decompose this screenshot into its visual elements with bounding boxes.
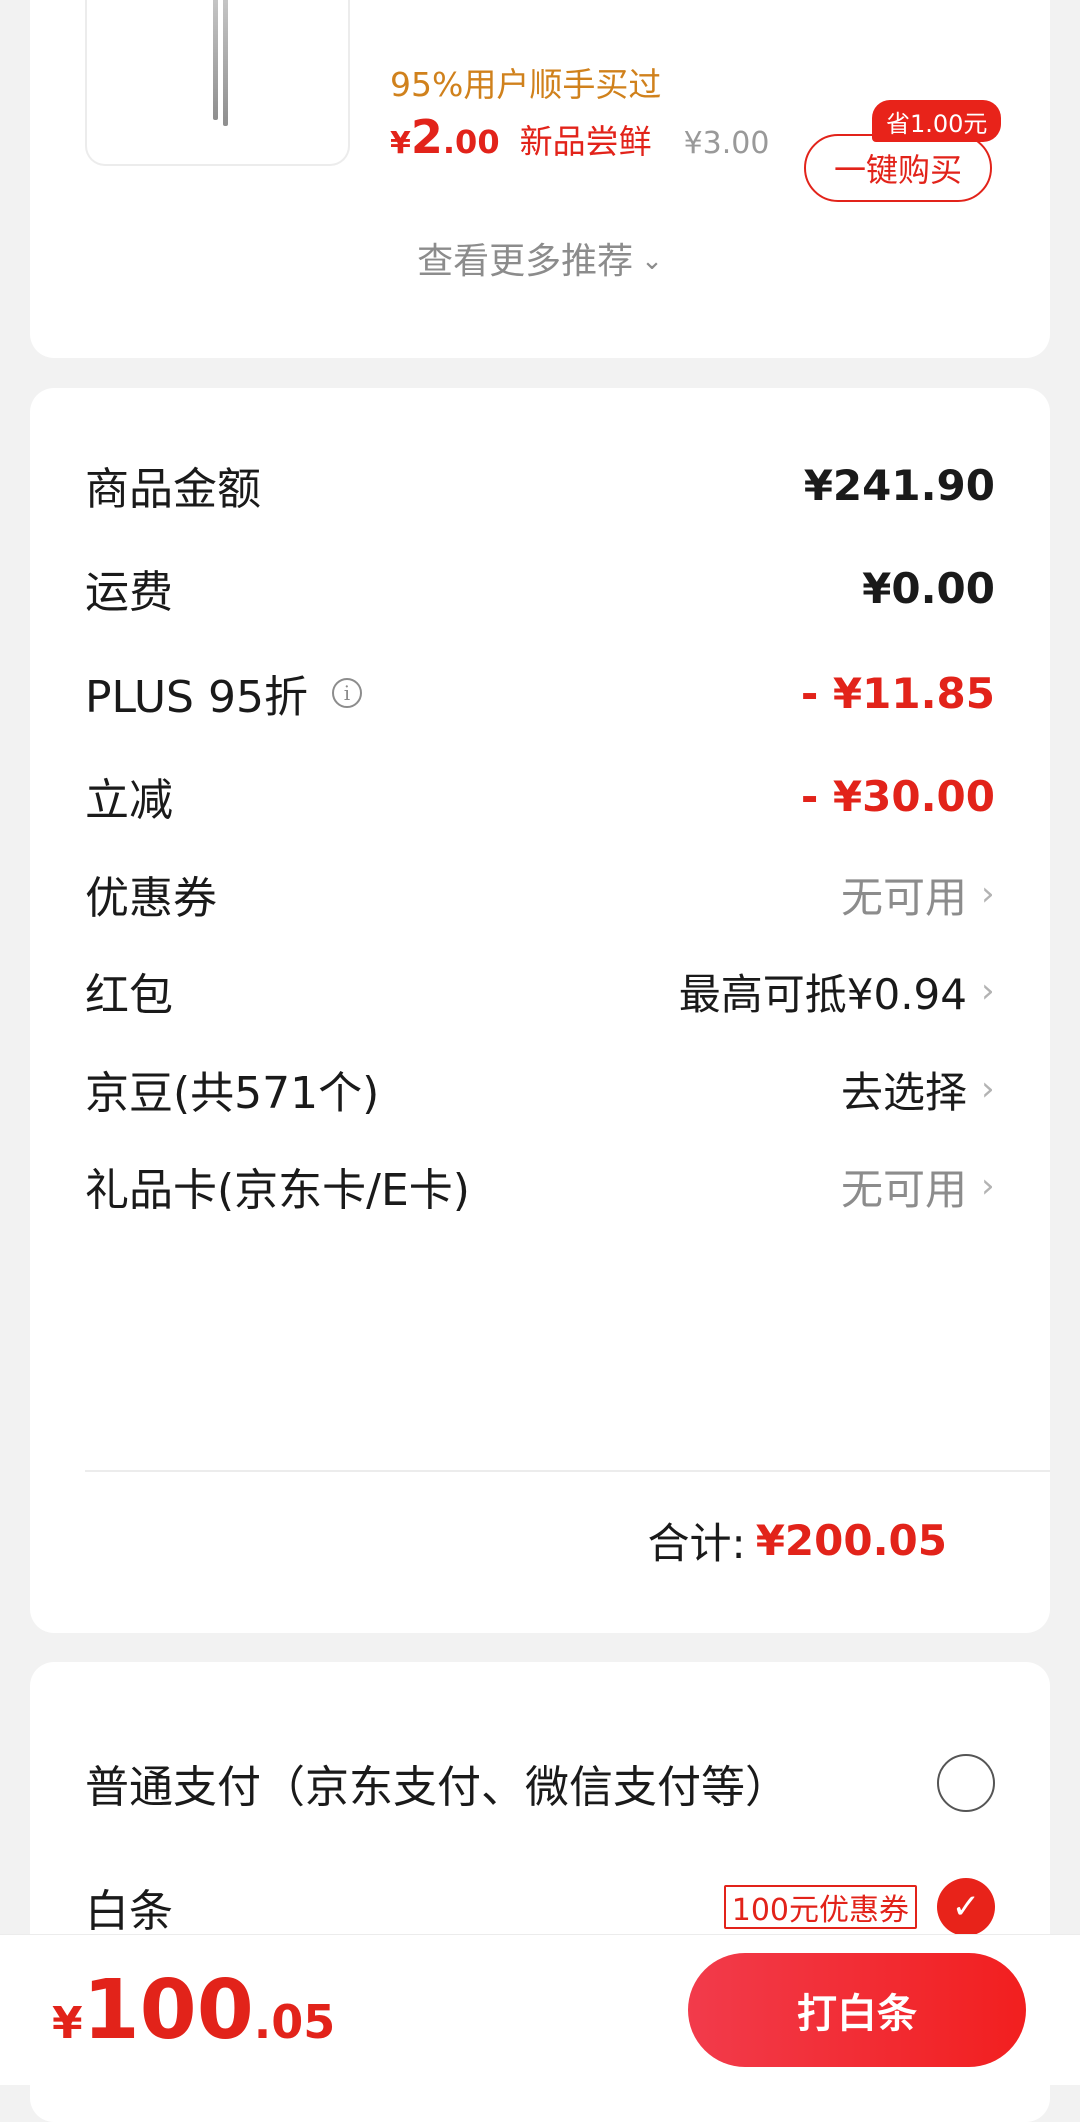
price-integer: 2 xyxy=(410,110,443,164)
jd-beans-value-text: 去选择 xyxy=(840,1067,967,1117)
gift-card-label: 礼品卡(京东卡/E卡) xyxy=(85,1165,470,1216)
chevron-down-icon: ⌄ xyxy=(641,246,663,276)
jd-beans-label: 京豆(共571个) xyxy=(85,1068,380,1119)
chopstick-image xyxy=(213,0,218,120)
payment-option-label: 普通支付（京东支付、微信支付等） xyxy=(85,1762,789,1813)
gift-card-value-text: 无可用 xyxy=(840,1164,967,1214)
price-label: 新品尝鲜 xyxy=(519,122,652,161)
chevron-right-icon: › xyxy=(981,874,995,914)
payment-option-label: 白条 xyxy=(85,1886,173,1937)
plus-discount-label-wrap: PLUS 95折 i xyxy=(85,661,362,725)
divider xyxy=(85,1470,1050,1472)
shipping-label: 运费 xyxy=(85,567,173,618)
instant-reduction-label: 立减 xyxy=(85,775,173,826)
payment-option-baitiao[interactable]: 白条 100元优惠券 ✓ xyxy=(85,1872,995,1942)
plus-discount-value: - ¥11.85 xyxy=(800,668,995,718)
see-more-recommendations[interactable]: 查看更多推荐 ⌄ xyxy=(30,232,1050,284)
coupon-label: 优惠券 xyxy=(85,873,217,924)
checkout-bar: ¥ 100 .05 打白条 xyxy=(0,1934,1080,2085)
chevron-right-icon: › xyxy=(981,971,995,1011)
chevron-right-icon: › xyxy=(981,1166,995,1206)
chopstick-image xyxy=(223,0,228,126)
chevron-right-icon: › xyxy=(981,1069,995,1109)
coupon-value: 无可用 › xyxy=(841,864,995,925)
summary-row-jd-beans[interactable]: 京豆(共571个) 去选择 › xyxy=(85,1059,995,1120)
summary-row-plus-discount: PLUS 95折 i - ¥11.85 xyxy=(85,661,995,725)
see-more-label: 查看更多推荐 xyxy=(417,241,634,282)
pay-amount-integer: 100 xyxy=(82,1963,254,2058)
original-price: ¥3.00 xyxy=(683,126,770,161)
pay-amount: ¥ 100 .05 xyxy=(52,1963,335,2058)
goods-amount-value: ¥241.90 xyxy=(803,460,995,510)
purchase-rate-tag: 95%用户顺手买过 xyxy=(390,65,662,104)
subtotal-row: 合计: ¥200.05 xyxy=(648,1510,947,1571)
red-packet-value-text: 最高可抵¥0.94 xyxy=(678,969,967,1019)
radio-unchecked-icon[interactable] xyxy=(937,1754,995,1812)
gift-card-value: 无可用 › xyxy=(841,1156,995,1217)
coupon-tag: 100元优惠券 xyxy=(723,1885,917,1929)
info-icon[interactable]: i xyxy=(331,678,362,708)
product-thumbnail[interactable] xyxy=(85,0,350,166)
pay-amount-currency: ¥ xyxy=(52,1998,83,2049)
shipping-value: ¥0.00 xyxy=(862,563,995,613)
coupon-value-text: 无可用 xyxy=(840,872,967,922)
instant-reduction-value: - ¥30.00 xyxy=(800,771,995,821)
recommended-price: ¥ 2 .00 新品尝鲜 ¥3.00 xyxy=(390,110,769,170)
submit-baitiao-button[interactable]: 打白条 xyxy=(688,1953,1026,2067)
one-click-buy-button[interactable]: 一键购买 xyxy=(804,134,992,202)
goods-amount-label: 商品金额 xyxy=(85,464,261,515)
subtotal-value: ¥200.05 xyxy=(755,1516,947,1565)
summary-row-gift-card[interactable]: 礼品卡(京东卡/E卡) 无可用 › xyxy=(85,1156,995,1217)
save-badge: 省1.00元 xyxy=(872,100,1002,142)
summary-row-coupon[interactable]: 优惠券 无可用 › xyxy=(85,864,995,925)
order-summary-card: 商品金额 ¥241.90 运费 ¥0.00 PLUS 95折 i - ¥11.8… xyxy=(30,388,1050,1633)
summary-row-instant-reduction: 立减 - ¥30.00 xyxy=(85,766,995,827)
red-packet-value: 最高可抵¥0.94 › xyxy=(679,961,995,1022)
radio-checked-icon[interactable]: ✓ xyxy=(937,1878,995,1936)
summary-row-red-packet[interactable]: 红包 最高可抵¥0.94 › xyxy=(85,961,995,1022)
summary-row-shipping: 运费 ¥0.00 xyxy=(85,558,995,619)
recommendation-card: 95%用户顺手买过 ¥ 2 .00 新品尝鲜 ¥3.00 一键购买 省1.00元… xyxy=(30,0,1050,358)
price-decimal: .00 xyxy=(442,123,500,161)
jd-beans-value: 去选择 › xyxy=(841,1059,995,1120)
summary-row-goods-amount: 商品金额 ¥241.90 xyxy=(85,455,995,516)
red-packet-label: 红包 xyxy=(85,970,173,1021)
pay-amount-decimal: .05 xyxy=(253,1995,336,2049)
subtotal-label: 合计: xyxy=(647,1519,746,1568)
payment-option-normal[interactable]: 普通支付（京东支付、微信支付等） xyxy=(85,1748,995,1818)
plus-discount-label: PLUS 95折 xyxy=(85,672,308,723)
price-currency: ¥ xyxy=(390,126,411,161)
